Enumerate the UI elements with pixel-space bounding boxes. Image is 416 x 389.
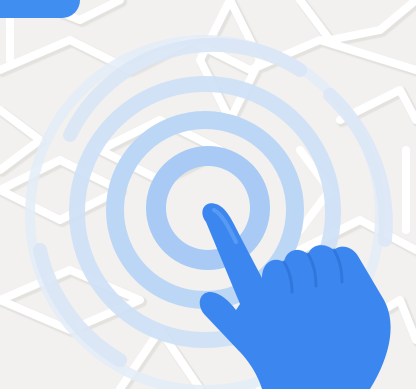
tap-illustration-screen bbox=[0, 0, 416, 389]
tap-gesture-icon bbox=[25, 35, 393, 389]
